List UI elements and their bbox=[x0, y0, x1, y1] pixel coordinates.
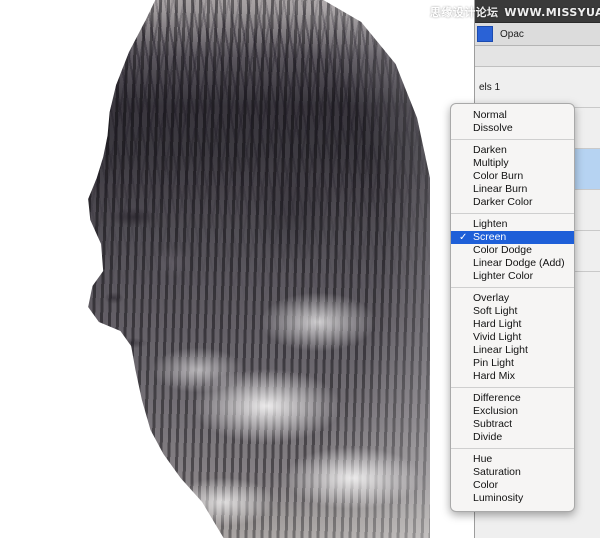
opacity-label: Opac bbox=[500, 28, 524, 40]
menu-item-label: Color bbox=[473, 479, 499, 491]
watermark: 思缘设计论坛 WWW.MISSYUAN.COM bbox=[430, 4, 600, 20]
menu-separator bbox=[451, 448, 574, 449]
menu-item-label: Darker Color bbox=[473, 196, 533, 208]
menu-item-label: Linear Dodge (Add) bbox=[473, 257, 565, 269]
menu-item-pin-light[interactable]: Pin Light bbox=[451, 357, 574, 370]
menu-item-label: Luminosity bbox=[473, 492, 524, 504]
menu-item-color[interactable]: Color bbox=[451, 479, 574, 492]
menu-item-label: Lighter Color bbox=[473, 270, 534, 282]
menu-item-label: Pin Light bbox=[473, 357, 514, 369]
menu-item-label: Multiply bbox=[473, 157, 509, 169]
menu-item-saturation[interactable]: Saturation bbox=[451, 466, 574, 479]
lock-controls-bar[interactable] bbox=[475, 46, 600, 67]
menu-separator bbox=[451, 287, 574, 288]
menu-item-label: Lighten bbox=[473, 218, 508, 230]
menu-item-label: Exclusion bbox=[473, 405, 518, 417]
menu-item-lighter-color[interactable]: Lighter Color bbox=[451, 270, 574, 283]
blend-mode-swatch[interactable] bbox=[477, 26, 493, 42]
menu-item-label: Color Dodge bbox=[473, 244, 532, 256]
menu-item-color-burn[interactable]: Color Burn bbox=[451, 170, 574, 183]
menu-item-vivid-light[interactable]: Vivid Light bbox=[451, 331, 574, 344]
checkmark-icon: ✓ bbox=[459, 232, 468, 243]
menu-item-soft-light[interactable]: Soft Light bbox=[451, 305, 574, 318]
menu-item-color-dodge[interactable]: Color Dodge bbox=[451, 244, 574, 257]
menu-separator bbox=[451, 387, 574, 388]
menu-item-label: Difference bbox=[473, 392, 521, 404]
blend-mode-bar[interactable]: Opac bbox=[475, 23, 600, 46]
menu-item-label: Divide bbox=[473, 431, 503, 443]
menu-item-label: Vivid Light bbox=[473, 331, 522, 343]
menu-item-label: Subtract bbox=[473, 418, 513, 430]
menu-item-label: Hue bbox=[473, 453, 493, 465]
menu-item-label: Soft Light bbox=[473, 305, 518, 317]
face-shading-overlay bbox=[88, 0, 430, 538]
menu-item-luminosity[interactable]: Luminosity bbox=[451, 492, 574, 505]
watermark-url: WWW.MISSYUAN.COM bbox=[504, 6, 600, 19]
blend-mode-menu[interactable]: Normal Dissolve Darken Multiply Color Burn Li… bbox=[450, 103, 575, 512]
menu-item-exclusion[interactable]: Exclusion bbox=[451, 405, 574, 418]
menu-item-hue[interactable]: Hue bbox=[451, 453, 574, 466]
menu-item-hard-mix[interactable]: Hard Mix bbox=[451, 370, 574, 383]
menu-item-linear-light[interactable]: Linear Light bbox=[451, 344, 574, 357]
menu-item-darker-color[interactable]: Darker Color bbox=[451, 196, 574, 209]
menu-item-multiply[interactable]: Multiply bbox=[451, 157, 574, 170]
menu-item-label: Screen bbox=[473, 231, 507, 243]
canvas-artwork[interactable] bbox=[0, 0, 474, 538]
menu-item-lighten[interactable]: Lighten bbox=[451, 218, 574, 231]
menu-item-dissolve[interactable]: Dissolve bbox=[451, 122, 574, 135]
menu-separator bbox=[451, 139, 574, 140]
watermark-chinese: 思缘设计论坛 bbox=[430, 6, 499, 19]
menu-item-label: Saturation bbox=[473, 466, 521, 478]
menu-item-label: Hard Light bbox=[473, 318, 522, 330]
menu-separator bbox=[451, 213, 574, 214]
menu-item-linear-burn[interactable]: Linear Burn bbox=[451, 183, 574, 196]
menu-item-label: Color Burn bbox=[473, 170, 524, 182]
menu-item-overlay[interactable]: Overlay bbox=[451, 292, 574, 305]
menu-item-darken[interactable]: Darken bbox=[451, 144, 574, 157]
menu-item-divide[interactable]: Divide bbox=[451, 431, 574, 444]
menu-item-screen[interactable]: ✓ Screen bbox=[451, 231, 574, 244]
menu-item-hard-light[interactable]: Hard Light bbox=[451, 318, 574, 331]
menu-item-label: Dissolve bbox=[473, 122, 513, 134]
menu-item-label: Darken bbox=[473, 144, 507, 156]
menu-item-normal[interactable]: Normal bbox=[451, 109, 574, 122]
menu-item-subtract[interactable]: Subtract bbox=[451, 418, 574, 431]
menu-item-label: Normal bbox=[473, 109, 507, 121]
menu-item-label: Linear Light bbox=[473, 344, 528, 356]
layer-name: els 1 bbox=[479, 81, 501, 93]
menu-item-linear-dodge-add[interactable]: Linear Dodge (Add) bbox=[451, 257, 574, 270]
menu-item-label: Linear Burn bbox=[473, 183, 528, 195]
table-row[interactable]: els 1 bbox=[475, 67, 600, 108]
menu-item-label: Overlay bbox=[473, 292, 510, 304]
menu-item-difference[interactable]: Difference bbox=[451, 392, 574, 405]
menu-item-label: Hard Mix bbox=[473, 370, 516, 382]
screenshot-stage: Opac els 1 ck & W 7 6 思缘设计论坛WWW.MISSYUAN… bbox=[0, 0, 600, 538]
